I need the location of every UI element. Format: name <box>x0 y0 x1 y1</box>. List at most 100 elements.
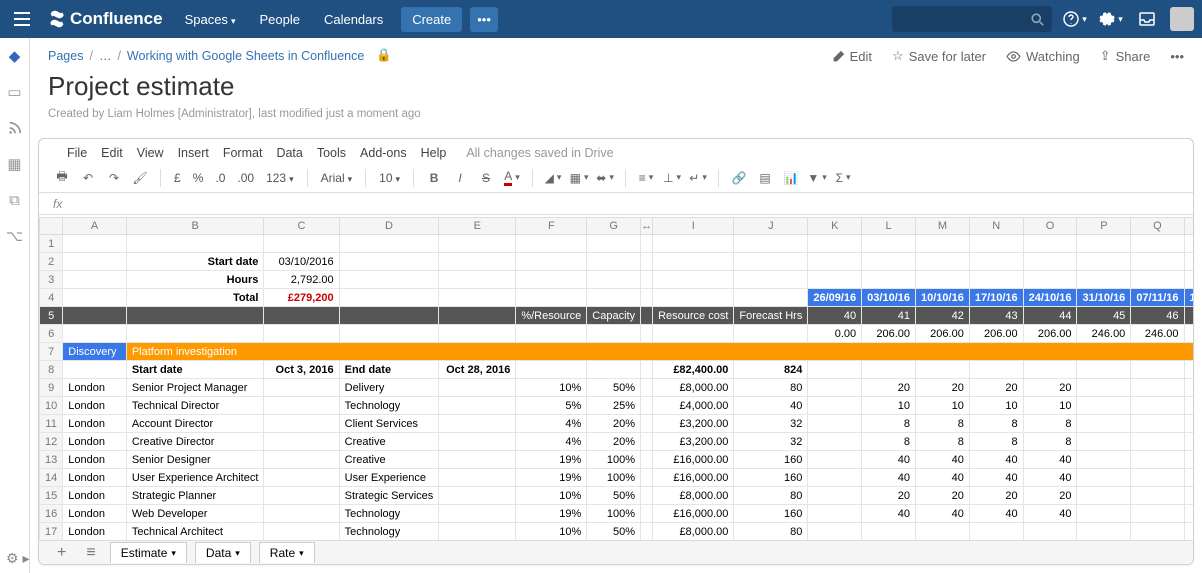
cell[interactable] <box>916 253 970 271</box>
cell[interactable]: Forecast Hrs <box>734 307 808 325</box>
cell[interactable]: London <box>63 505 127 523</box>
cell[interactable]: Creative <box>339 433 439 451</box>
cell[interactable]: London <box>63 469 127 487</box>
cell[interactable] <box>1184 433 1193 451</box>
bold-icon[interactable]: B <box>425 169 443 187</box>
menu-file[interactable]: File <box>67 146 87 160</box>
cell[interactable] <box>439 523 516 541</box>
cell[interactable] <box>1184 523 1193 541</box>
cell[interactable] <box>641 523 653 541</box>
cell[interactable]: £16,000.00 <box>653 451 734 469</box>
sb-cal-icon[interactable]: ▦ <box>5 154 25 174</box>
menu-view[interactable]: View <box>137 146 164 160</box>
font-select[interactable]: Arial <box>319 171 355 185</box>
cell[interactable] <box>808 415 862 433</box>
cell[interactable] <box>734 235 808 253</box>
strike-icon[interactable]: S <box>477 169 495 187</box>
cell[interactable] <box>264 505 339 523</box>
cell[interactable] <box>439 451 516 469</box>
cell[interactable] <box>1184 361 1193 379</box>
comment-icon[interactable]: ▤ <box>756 169 774 187</box>
cell[interactable] <box>439 505 516 523</box>
currency-button[interactable]: £ <box>172 171 183 185</box>
cell[interactable] <box>734 271 808 289</box>
cell[interactable]: 10 <box>862 397 916 415</box>
cell[interactable] <box>1131 235 1184 253</box>
cell[interactable] <box>916 235 970 253</box>
cell[interactable] <box>1077 523 1131 541</box>
cell[interactable] <box>862 523 916 541</box>
tab-estimate[interactable]: Estimate ▾ <box>110 542 187 563</box>
cell[interactable] <box>862 361 916 379</box>
cell[interactable]: 160 <box>734 451 808 469</box>
cell[interactable] <box>808 361 862 379</box>
cell[interactable]: 50% <box>587 379 641 397</box>
cell[interactable]: 160 <box>734 505 808 523</box>
cell[interactable]: 20 <box>969 379 1023 397</box>
cell[interactable] <box>587 325 641 343</box>
formula-bar[interactable]: fx <box>39 193 1193 215</box>
cell[interactable]: Technology <box>339 397 439 415</box>
cell[interactable]: 8 <box>862 433 916 451</box>
cell[interactable]: 8 <box>1023 433 1077 451</box>
col-header[interactable]: I <box>653 218 734 235</box>
cell[interactable] <box>1077 451 1131 469</box>
cell[interactable] <box>734 253 808 271</box>
help-icon[interactable] <box>1062 6 1088 32</box>
cell[interactable] <box>339 325 439 343</box>
cell[interactable] <box>516 253 587 271</box>
row-header[interactable]: 8 <box>40 361 63 379</box>
cell[interactable]: Senior Project Manager <box>126 379 264 397</box>
cell[interactable]: £279,200 <box>264 289 339 307</box>
cell[interactable]: London <box>63 451 127 469</box>
cell[interactable]: 40 <box>734 397 808 415</box>
inbox-icon[interactable] <box>1134 6 1160 32</box>
cell[interactable] <box>641 487 653 505</box>
brand-logo[interactable]: Confluence <box>48 9 163 29</box>
cell[interactable] <box>653 271 734 289</box>
tab-data[interactable]: Data ▾ <box>195 542 251 563</box>
cell[interactable]: 2,792.00 <box>264 271 339 289</box>
cell[interactable] <box>641 505 653 523</box>
cell[interactable]: 206.00 <box>1023 325 1077 343</box>
cell[interactable]: End date <box>339 361 439 379</box>
cell[interactable] <box>734 289 808 307</box>
menu-tools[interactable]: Tools <box>317 146 346 160</box>
cell[interactable]: 44 <box>1023 307 1077 325</box>
cell[interactable]: 14/11/16 <box>1184 289 1193 307</box>
hamburger-icon[interactable] <box>8 5 36 33</box>
cell[interactable] <box>1131 505 1184 523</box>
cell[interactable] <box>641 415 653 433</box>
cell[interactable] <box>439 325 516 343</box>
cell[interactable] <box>916 523 970 541</box>
cell[interactable]: Total <box>126 289 264 307</box>
sb-branch-icon[interactable]: ⌥ <box>5 226 25 246</box>
cell[interactable]: Start date <box>126 361 264 379</box>
cell[interactable]: 8 <box>969 433 1023 451</box>
cell[interactable] <box>63 289 127 307</box>
cell[interactable] <box>641 325 653 343</box>
row-header[interactable]: 16 <box>40 505 63 523</box>
cell[interactable] <box>641 235 653 253</box>
cell[interactable] <box>808 397 862 415</box>
cell[interactable] <box>641 271 653 289</box>
cell[interactable] <box>969 361 1023 379</box>
cell[interactable] <box>969 271 1023 289</box>
cell[interactable]: Creative <box>339 451 439 469</box>
row-header[interactable]: 10 <box>40 397 63 415</box>
cell[interactable]: Oct 3, 2016 <box>264 361 339 379</box>
col-header[interactable]: G <box>587 218 641 235</box>
cell[interactable] <box>969 523 1023 541</box>
cell[interactable] <box>1131 379 1184 397</box>
add-sheet-button[interactable]: + <box>51 544 72 562</box>
cell[interactable]: 10 <box>916 397 970 415</box>
cell[interactable] <box>516 361 587 379</box>
cell[interactable] <box>808 253 862 271</box>
menu-edit[interactable]: Edit <box>101 146 123 160</box>
global-settings-icon[interactable]: ⚙ ▸ <box>6 550 29 567</box>
cell[interactable] <box>734 325 808 343</box>
cell[interactable]: Strategic Services <box>339 487 439 505</box>
cell[interactable] <box>1184 271 1193 289</box>
cell[interactable]: 25% <box>587 397 641 415</box>
cell[interactable] <box>63 307 127 325</box>
